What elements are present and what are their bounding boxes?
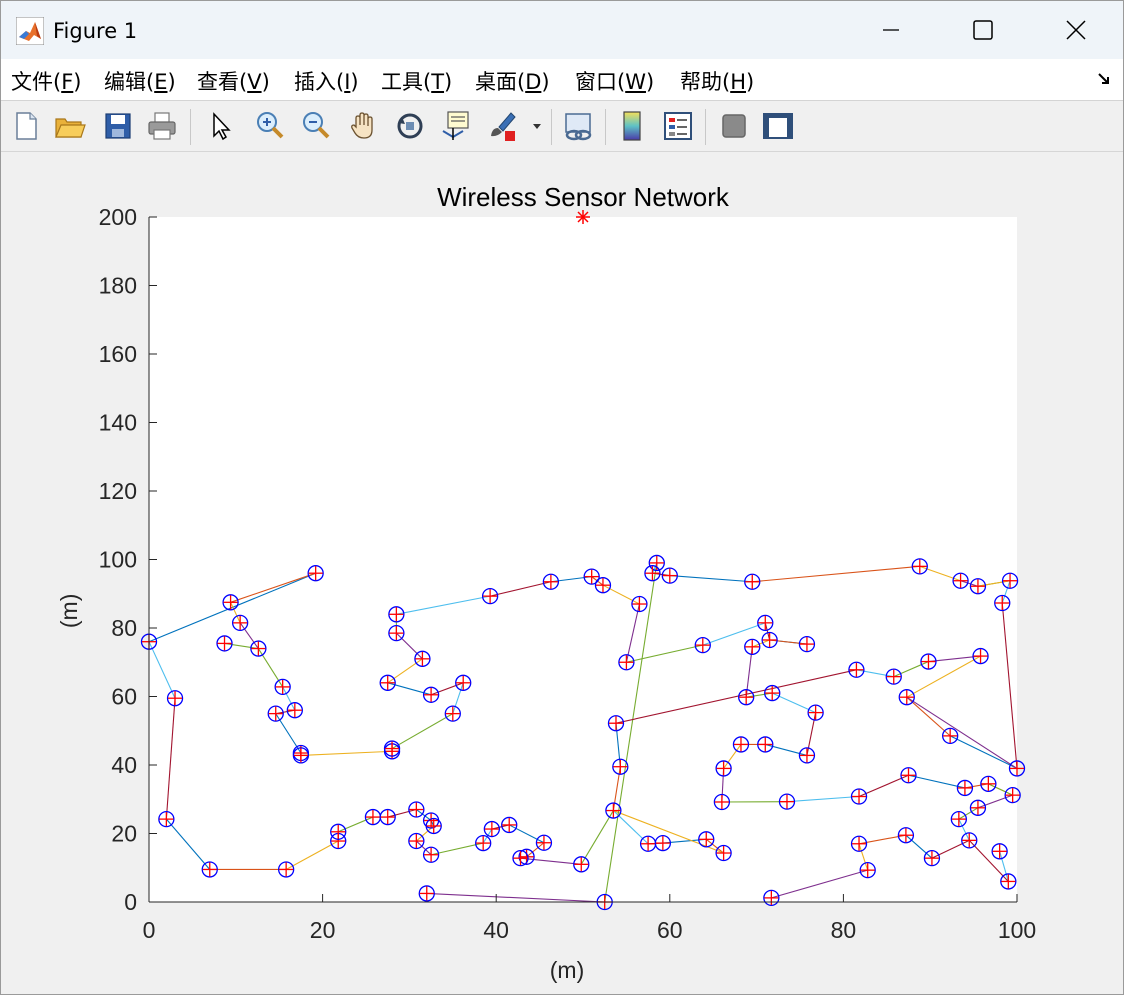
brush-icon[interactable] [485,109,519,143]
dock-figure-icon[interactable] [1097,71,1113,87]
figure-window: Figure 1 文件(F) 编辑(E) 查看(V) 插入(I) 工具(T) 桌… [0,0,1124,995]
menu-desktop[interactable]: 桌面(D) [475,66,550,96]
show-plot-tools-icon[interactable] [761,109,795,143]
pan-hand-icon[interactable] [347,109,381,143]
menu-window[interactable]: 窗口(W) [575,66,654,96]
toolbar-separator [190,109,191,145]
chart-title: Wireless Sensor Network [437,182,730,212]
brush-dropdown-icon[interactable] [527,109,547,143]
maximize-icon [973,20,993,40]
x-tick-label: 0 [143,917,156,943]
new-figure-icon[interactable] [9,109,43,143]
y-tick-label: 80 [111,615,137,641]
rotate-3d-icon[interactable] [393,109,427,143]
zoom-out-icon[interactable] [299,109,333,143]
colorbar-icon[interactable] [615,109,649,143]
x-tick-label: 40 [483,917,509,943]
y-tick-label: 20 [111,821,137,847]
y-tick-label: 120 [99,478,137,504]
close-button[interactable] [1053,9,1099,51]
legend-icon[interactable] [661,109,695,143]
menu-tools[interactable]: 工具(T) [381,66,452,96]
plot-area[interactable] [149,217,1017,902]
y-tick-label: 60 [111,684,137,710]
save-icon[interactable] [101,109,135,143]
window-title: Figure 1 [53,19,138,43]
menu-insert[interactable]: 插入(I) [294,66,359,96]
toolbar-separator [705,109,706,145]
y-tick-label: 40 [111,752,137,778]
data-cursor-icon[interactable] [439,109,473,143]
x-axis-label: (m) [550,957,584,983]
maximize-button[interactable] [959,9,1005,51]
menu-edit[interactable]: 编辑(E) [104,66,176,96]
toolbar-separator [605,109,606,145]
x-tick-label: 100 [998,917,1036,943]
y-tick-label: 0 [124,889,137,915]
matlab-logo-icon [16,17,44,45]
figure-toolbar [1,101,1123,152]
y-axis-label: (m) [56,594,82,628]
figure-canvas[interactable]: 0 20 40 60 80 100 0 20 40 60 80 100 120 140 160 180 200 W… [1,152,1123,994]
zoom-in-icon[interactable] [253,109,287,143]
y-tick-label: 140 [99,410,137,436]
y-tick-label: 180 [99,273,137,299]
x-tick-label: 60 [657,917,683,943]
menu-view[interactable]: 查看(V) [197,66,270,96]
y-tick-label: 100 [99,547,137,573]
x-tick-label: 80 [831,917,857,943]
hide-plot-tools-icon[interactable] [717,109,751,143]
menu-help[interactable]: 帮助(H) [680,66,754,96]
y-tick-label: 160 [99,341,137,367]
minimize-icon [883,29,899,31]
y-tick-label: 200 [99,204,137,230]
print-icon[interactable] [145,109,179,143]
close-icon [1066,20,1086,40]
menu-bar: 文件(F) 编辑(E) 查看(V) 插入(I) 工具(T) 桌面(D) 窗口(W… [1,59,1123,101]
plot-svg[interactable]: 0 20 40 60 80 100 0 20 40 60 80 100 120 140 160 180 200 W… [1,152,1123,994]
pointer-icon[interactable] [203,109,237,143]
menu-file[interactable]: 文件(F) [11,66,82,96]
minimize-button[interactable] [867,9,913,51]
title-bar[interactable]: Figure 1 [1,1,1123,59]
link-plot-icon[interactable] [561,109,595,143]
x-tick-label: 20 [310,917,336,943]
open-file-icon[interactable] [53,109,87,143]
toolbar-separator [551,109,552,145]
